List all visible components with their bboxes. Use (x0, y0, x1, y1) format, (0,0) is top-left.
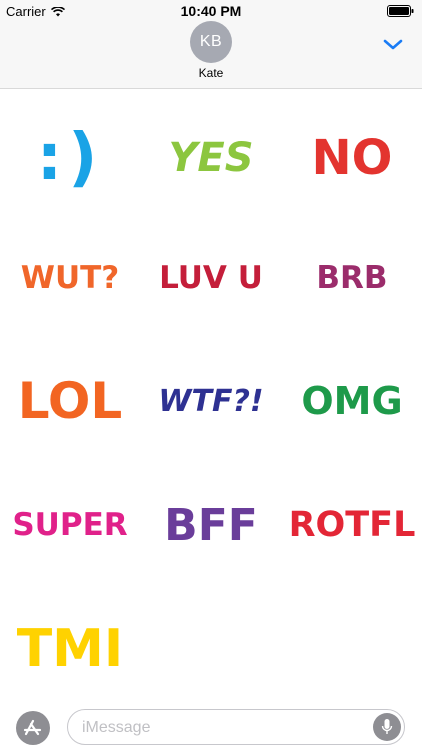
sticker-no[interactable]: NO (282, 97, 422, 219)
dictation-button[interactable] (373, 713, 401, 741)
sticker-lol[interactable]: LOL (0, 340, 140, 462)
status-right (387, 5, 414, 17)
sticker-wtf[interactable]: WTF?! (141, 340, 281, 462)
status-time: 10:40 PM (180, 3, 242, 19)
conversation-header: Carrier 10:40 PM KB Kate (0, 0, 422, 89)
sticker-text: WUT? (20, 260, 120, 296)
contact-avatar[interactable]: KB (190, 21, 232, 63)
message-input[interactable]: iMessage (67, 709, 405, 745)
sticker-text: WTF?! (158, 383, 264, 419)
messages-screen: Carrier 10:40 PM KB Kate:) YES NO WUT? … (0, 0, 422, 750)
collapse-button[interactable] (382, 36, 404, 52)
sticker-text: SUPER (12, 507, 128, 543)
status-bar: Carrier 10:40 PM (0, 0, 422, 22)
sticker-text: OMG (301, 379, 403, 423)
input-bar: iMessage (0, 699, 422, 750)
sticker-text: YES (168, 135, 254, 181)
sticker-text: BFF (164, 499, 258, 551)
sticker-text: LOL (17, 372, 123, 430)
sticker-smiley[interactable]: :) (0, 97, 140, 219)
sticker-omg[interactable]: OMG (282, 340, 422, 462)
sticker-text: ROTFL (288, 505, 416, 545)
sticker-super[interactable]: SUPER (0, 464, 140, 586)
message-placeholder: iMessage (82, 719, 151, 736)
chevron-down-icon (383, 39, 403, 50)
contact-name[interactable]: Kate (0, 66, 422, 80)
battery-icon (387, 5, 414, 17)
sticker-yes[interactable]: YES (141, 97, 281, 219)
sticker-grid: :) YES NO WUT? LUV U BRB LOL WTF?! OMG S… (0, 89, 422, 699)
app-store-button[interactable] (16, 711, 50, 745)
sticker-text: LUV U (159, 260, 263, 296)
app-store-icon (23, 719, 42, 736)
sticker-text: NO (311, 130, 393, 186)
sticker-tmi[interactable]: TMI (0, 588, 140, 710)
sticker-text: BRB (316, 260, 388, 296)
sticker-rotfl[interactable]: ROTFL (282, 464, 422, 586)
microphone-icon (381, 719, 393, 734)
sticker-text: :) (36, 121, 104, 195)
sticker-text: TMI (16, 619, 124, 679)
sticker-bff[interactable]: BFF (141, 464, 281, 586)
sticker-wut[interactable]: WUT? (0, 217, 140, 339)
sticker-luv-u[interactable]: LUV U (141, 217, 281, 339)
sticker-brb[interactable]: BRB (282, 217, 422, 339)
